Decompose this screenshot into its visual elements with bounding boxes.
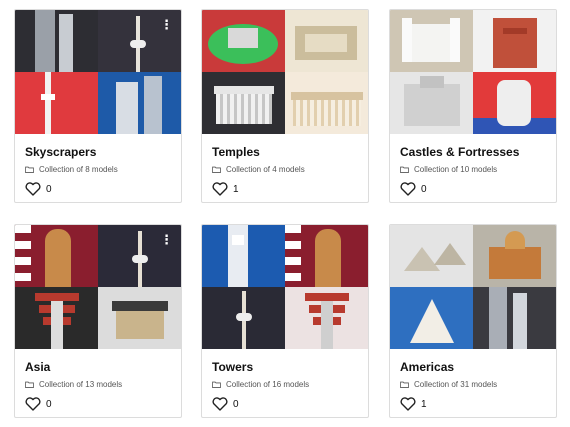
kebab-menu-icon[interactable]: ⋮ (160, 233, 173, 246)
folder-icon (400, 166, 409, 173)
thumbnail-tile (98, 287, 181, 349)
thumbnail-tile: ⋮ (98, 225, 181, 287)
folder-icon (25, 381, 34, 388)
thumbnail-tile (473, 287, 556, 349)
collection-card-americas[interactable]: Americas Collection of 31 models 1 (389, 224, 557, 418)
thumbnail-tile (390, 287, 473, 349)
collection-count: Collection of 31 models (414, 380, 498, 389)
thumbnail-tile (390, 72, 473, 134)
like-control[interactable]: 1 (400, 397, 427, 411)
like-count: 0 (46, 398, 52, 410)
heart-outline-icon[interactable] (25, 397, 41, 411)
collection-title[interactable]: Asia (25, 360, 50, 374)
folder-icon (212, 381, 221, 388)
thumbnail-tile (390, 225, 473, 287)
thumbnail-tile (15, 10, 98, 72)
collection-meta: Collection of 8 models (25, 165, 118, 174)
folder-icon (25, 166, 34, 173)
like-count: 1 (421, 398, 427, 410)
heart-outline-icon[interactable] (212, 397, 228, 411)
thumbnail-tile: ⋮ (98, 10, 181, 72)
collection-title[interactable]: Americas (400, 360, 454, 374)
thumbnail-tile (202, 225, 285, 287)
collection-meta: Collection of 16 models (212, 380, 309, 389)
thumbnail-tile (473, 225, 556, 287)
collection-card-towers[interactable]: Towers Collection of 16 models 0 (201, 224, 369, 418)
kebab-menu-icon[interactable]: ⋮ (160, 18, 173, 31)
collection-meta: Collection of 31 models (400, 380, 497, 389)
thumbnail-tile (285, 287, 368, 349)
collection-meta: Collection of 4 models (212, 165, 305, 174)
thumbnail-tile (285, 72, 368, 134)
thumbnail-tile (15, 287, 98, 349)
folder-icon (400, 381, 409, 388)
thumbnail-tile (15, 72, 98, 134)
collection-thumbnail[interactable] (390, 10, 556, 134)
like-control[interactable]: 0 (212, 397, 239, 411)
thumbnail-tile (473, 72, 556, 134)
collection-thumbnail[interactable]: ⋮ (15, 10, 181, 134)
collection-thumbnail[interactable] (390, 225, 556, 349)
collection-thumbnail[interactable] (202, 225, 368, 349)
collection-count: Collection of 13 models (39, 380, 123, 389)
thumbnail-tile (390, 10, 473, 72)
like-count: 0 (46, 183, 52, 195)
thumbnail-tile (202, 72, 285, 134)
collection-title[interactable]: Skyscrapers (25, 145, 96, 159)
heart-outline-icon[interactable] (400, 397, 416, 411)
heart-outline-icon[interactable] (400, 182, 416, 196)
collection-card-castles-fortresses[interactable]: Castles & Fortresses Collection of 10 mo… (389, 9, 557, 203)
like-count: 0 (421, 183, 427, 195)
heart-outline-icon[interactable] (25, 182, 41, 196)
thumbnail-tile (202, 287, 285, 349)
thumbnail-tile (15, 225, 98, 287)
collection-meta: Collection of 10 models (400, 165, 497, 174)
collection-thumbnail[interactable] (202, 10, 368, 134)
thumbnail-tile (285, 10, 368, 72)
collection-meta: Collection of 13 models (25, 380, 122, 389)
collection-title[interactable]: Temples (212, 145, 260, 159)
collection-card-skyscrapers[interactable]: ⋮ Skyscrapers Collection of 8 models 0 (14, 9, 182, 203)
heart-outline-icon[interactable] (212, 182, 228, 196)
like-control[interactable]: 0 (25, 182, 52, 196)
collection-title[interactable]: Castles & Fortresses (400, 145, 519, 159)
like-count: 1 (233, 183, 239, 195)
like-control[interactable]: 1 (212, 182, 239, 196)
collection-thumbnail[interactable]: ⋮ (15, 225, 181, 349)
collection-count: Collection of 4 models (226, 165, 305, 174)
collection-title[interactable]: Towers (212, 360, 253, 374)
collection-count: Collection of 8 models (39, 165, 118, 174)
collection-card-asia[interactable]: ⋮ Asia Collection of 13 models 0 (14, 224, 182, 418)
collection-card-temples[interactable]: Temples Collection of 4 models 1 (201, 9, 369, 203)
collection-count: Collection of 16 models (226, 380, 310, 389)
folder-icon (212, 166, 221, 173)
like-count: 0 (233, 398, 239, 410)
thumbnail-tile (98, 72, 181, 134)
like-control[interactable]: 0 (400, 182, 427, 196)
thumbnail-tile (473, 10, 556, 72)
collection-count: Collection of 10 models (414, 165, 498, 174)
thumbnail-tile (285, 225, 368, 287)
like-control[interactable]: 0 (25, 397, 52, 411)
thumbnail-tile (202, 10, 285, 72)
